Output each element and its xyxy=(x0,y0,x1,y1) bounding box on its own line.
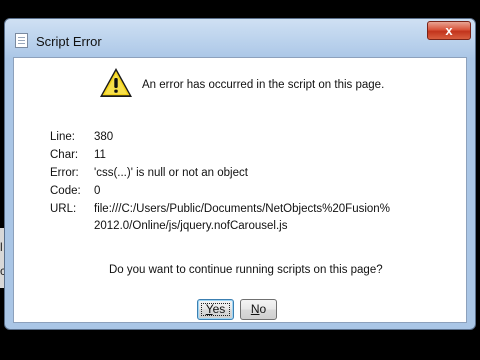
detail-label: Code: xyxy=(50,185,81,197)
yes-button[interactable]: Yes xyxy=(197,299,234,320)
close-icon: x xyxy=(445,23,453,38)
detail-label: Char: xyxy=(50,149,79,161)
detail-value: 380 xyxy=(94,131,114,143)
detail-value: file:///C:/Users/Public/Documents/NetObj… xyxy=(94,203,390,215)
error-message: An error has occurred in the script on t… xyxy=(142,79,385,91)
detail-value: 0 xyxy=(94,185,101,197)
continue-question: Do you want to continue running scripts … xyxy=(109,264,383,276)
detail-value: 11 xyxy=(94,149,106,161)
title-bar[interactable]: Script Error xyxy=(5,19,475,57)
detail-label: Error: xyxy=(50,167,79,179)
button-label: o xyxy=(259,302,267,316)
video-letterbox xyxy=(0,330,480,360)
script-page-icon xyxy=(15,33,28,48)
background-text: l xyxy=(0,240,3,254)
warning-triangle-icon xyxy=(100,68,132,97)
window-title: Script Error xyxy=(36,34,102,49)
screen: l c Script Error x An error has occurred… xyxy=(0,0,480,360)
no-button[interactable]: No xyxy=(240,299,277,320)
detail-value: 2012.0/Online/js/jquery.nofCarousel.js xyxy=(94,220,288,232)
detail-label: Line: xyxy=(50,131,75,143)
script-error-dialog: Script Error x An error has occurred in … xyxy=(4,18,476,330)
focus-rectangle xyxy=(201,303,230,316)
dialog-content: An error has occurred in the script on t… xyxy=(13,57,467,323)
detail-label: URL: xyxy=(50,203,77,215)
detail-value: 'css(...)' is null or not an object xyxy=(94,167,248,179)
close-button[interactable]: x xyxy=(427,21,471,40)
